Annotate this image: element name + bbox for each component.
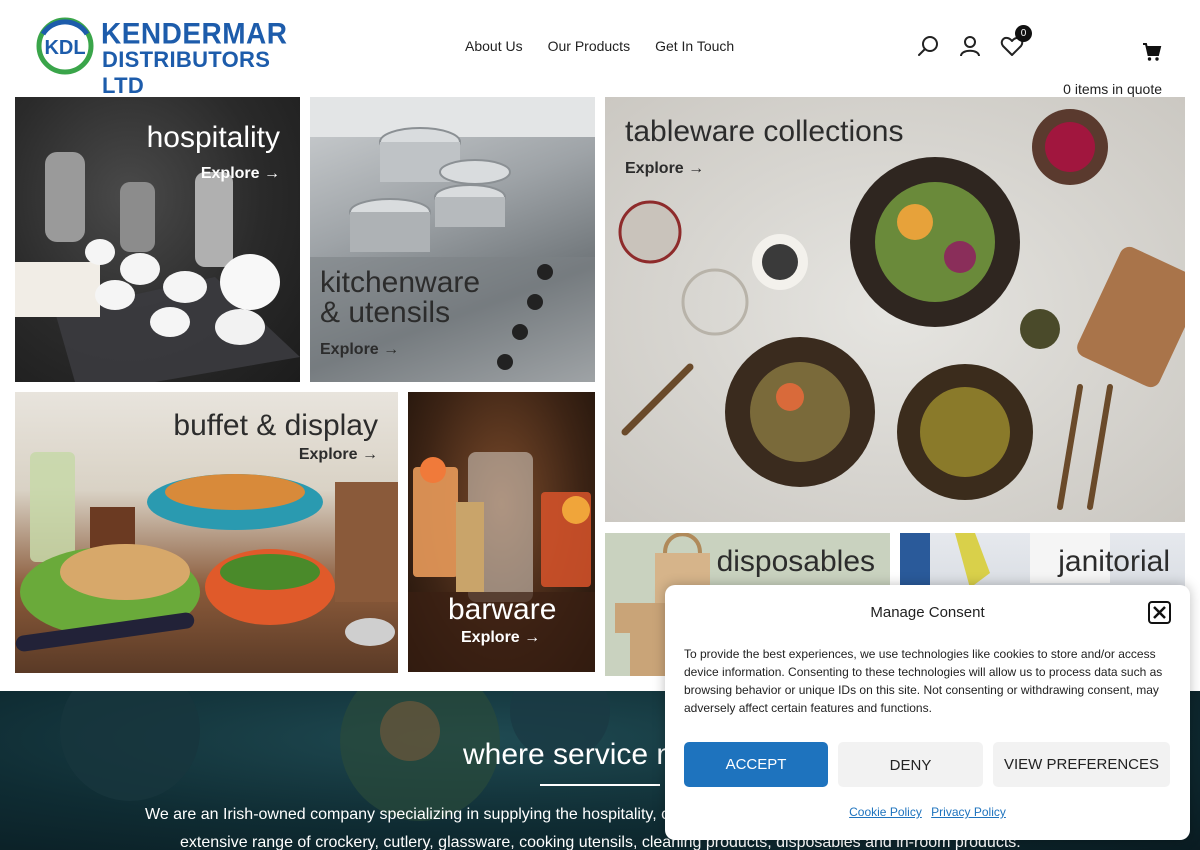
quote-status[interactable]: 0 items in quote <box>1063 81 1162 97</box>
tile-barware-label: barware <box>448 593 557 626</box>
site-header: KDL KENDERMAR DISTRIBUTORS LTD About Us … <box>0 0 1200 98</box>
tile-kitchenware[interactable]: kitchenware & utensils Explore → <box>310 97 595 382</box>
tile-hospitality[interactable]: hospitality Explore → <box>15 97 300 382</box>
tile-barware-explore[interactable]: Explore → <box>461 629 540 647</box>
close-icon[interactable] <box>1148 601 1171 624</box>
view-preferences-button[interactable]: VIEW PREFERENCES <box>993 742 1170 787</box>
deny-button[interactable]: DENY <box>838 742 983 787</box>
cart-icon[interactable] <box>1142 42 1162 62</box>
consent-title: Manage Consent <box>870 604 985 621</box>
logo-text-primary: KENDERMAR <box>101 17 288 50</box>
cookie-policy-link[interactable]: Cookie Policy <box>849 805 922 819</box>
tile-buffet-explore[interactable]: Explore → <box>299 446 378 464</box>
consent-links: Cookie Policy Privacy Policy <box>665 805 1190 819</box>
search-icon[interactable] <box>917 34 941 58</box>
main-nav: About Us Our Products Get In Touch <box>465 38 734 54</box>
logo-text-secondary: DISTRIBUTORS LTD <box>102 47 271 98</box>
tile-tableware[interactable]: tableware collections Explore → <box>605 97 1185 522</box>
accept-button[interactable]: ACCEPT <box>684 742 828 787</box>
tile-kitchenware-explore[interactable]: Explore → <box>320 341 399 359</box>
user-icon[interactable] <box>958 34 982 58</box>
kdl-logo-icon: KDL <box>36 17 94 75</box>
tile-tableware-explore[interactable]: Explore → <box>625 160 704 178</box>
banner-paragraph-line1: We are an Irish-owned company specializi… <box>145 806 670 823</box>
banner-title: where service m <box>463 738 682 771</box>
tile-hospitality-explore[interactable]: Explore → <box>201 165 280 183</box>
cookie-consent-dialog: Manage Consent To provide the best exper… <box>665 585 1190 840</box>
tile-disposables-label: disposables <box>716 545 875 578</box>
tile-janitorial-label: janitorial <box>1058 545 1170 578</box>
wishlist-count-badge: 0 <box>1015 25 1032 42</box>
tile-kitchenware-label-line1: kitchenware <box>320 266 481 299</box>
privacy-policy-link[interactable]: Privacy Policy <box>931 805 1006 819</box>
tile-tableware-label: tableware collections <box>625 115 904 148</box>
nav-about-us[interactable]: About Us <box>465 38 523 54</box>
tile-kitchenware-label-line2: & utensils <box>320 296 451 329</box>
nav-our-products[interactable]: Our Products <box>548 38 630 54</box>
site-logo[interactable]: KDL KENDERMAR DISTRIBUTORS LTD <box>35 16 295 98</box>
tile-hospitality-label: hospitality <box>146 121 280 154</box>
nav-get-in-touch[interactable]: Get In Touch <box>655 38 734 54</box>
banner-divider <box>540 784 660 786</box>
tile-buffet-label: buffet & display <box>173 409 378 442</box>
svg-text:KDL: KDL <box>44 37 85 59</box>
consent-description: To provide the best experiences, we use … <box>684 647 1163 715</box>
tile-barware[interactable]: barware Explore → <box>408 392 595 672</box>
kitchenware-image <box>310 97 595 382</box>
tile-buffet-display[interactable]: buffet & display Explore → <box>15 392 398 673</box>
